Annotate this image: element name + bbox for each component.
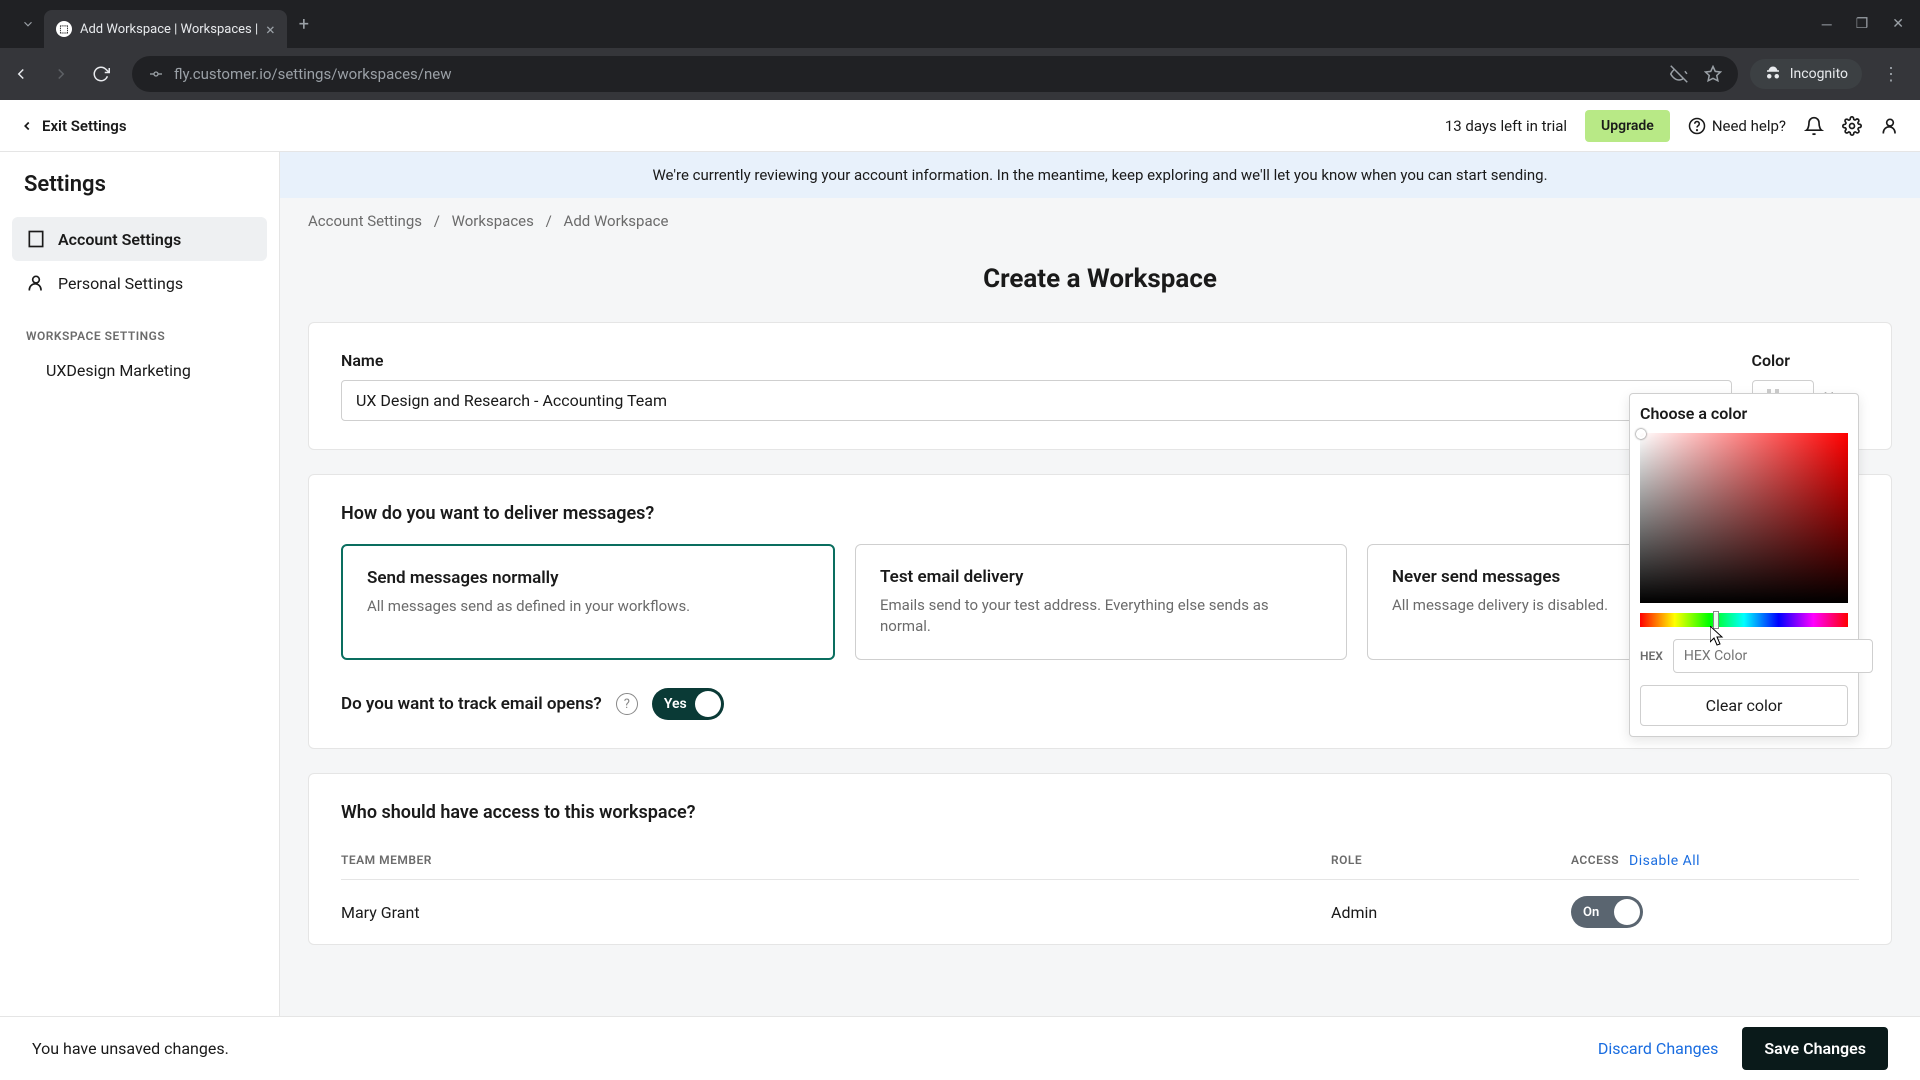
breadcrumb-separator: / [434,212,440,230]
breadcrumb: Account Settings / Workspaces / Add Work… [280,198,1920,244]
minimize-icon[interactable]: ─ [1822,16,1832,33]
site-info-icon[interactable] [148,66,164,82]
color-label: Color [1752,351,1860,370]
tab-favicon: ⬚ [56,21,72,37]
exit-settings-label: Exit Settings [42,117,127,135]
browser-menu-icon[interactable]: ⋮ [1874,64,1908,85]
reload-button[interactable] [92,65,120,83]
name-color-card: Name Color None [308,322,1892,450]
tab-title: Add Workspace | Workspaces | [80,22,258,37]
sidebar-section-header: WORKSPACE SETTINGS [12,305,267,351]
eye-off-icon[interactable] [1670,65,1688,83]
access-table-header: TEAM MEMBER ROLE ACCESS Disable All [341,843,1859,880]
hue-slider[interactable] [1640,613,1848,627]
track-opens-toggle[interactable]: Yes [652,688,724,720]
incognito-badge[interactable]: Incognito [1750,59,1862,89]
discard-changes-button[interactable]: Discard Changes [1598,1039,1718,1058]
track-opens-label: Do you want to track email opens? [341,694,602,714]
sidebar-workspace-item[interactable]: UXDesign Marketing [12,351,267,390]
need-help-link[interactable]: Need help? [1688,117,1786,135]
option-title: Test email delivery [880,567,1322,587]
breadcrumb-item[interactable]: Workspaces [452,212,534,230]
main-content: We're currently reviewing your account i… [280,152,1920,1016]
td-member: Mary Grant [341,903,1331,922]
toggle-label: Yes [664,696,687,712]
hue-handle[interactable] [1713,611,1719,629]
app-topbar: Exit Settings 13 days left in trial Upgr… [0,100,1920,152]
sidebar: Settings Account Settings Personal Setti… [0,152,280,1016]
hex-input[interactable] [1673,639,1873,673]
browser-tab-bar: ⬚ Add Workspace | Workspaces | × + ─ ❐ ✕ [0,0,1920,48]
trial-status: 13 days left in trial [1445,117,1567,135]
workspace-name-input[interactable] [341,380,1732,421]
browser-toolbar: fly.customer.io/settings/workspaces/new … [0,48,1920,100]
maximize-icon[interactable]: ❐ [1856,16,1869,33]
breadcrumb-separator: / [546,212,552,230]
option-desc: Emails send to your test address. Everyt… [880,595,1322,637]
access-card: Who should have access to this workspace… [308,773,1892,945]
tab-close-icon[interactable]: × [266,20,275,39]
browser-tab[interactable]: ⬚ Add Workspace | Workspaces | × [44,10,287,48]
address-bar[interactable]: fly.customer.io/settings/workspaces/new [132,56,1738,92]
breadcrumb-item[interactable]: Account Settings [308,212,422,230]
sidebar-item-account-settings[interactable]: Account Settings [12,217,267,261]
unsaved-changes-message: You have unsaved changes. [32,1039,229,1058]
save-changes-button[interactable]: Save Changes [1742,1027,1888,1070]
td-role: Admin [1331,903,1571,922]
toggle-knob [1614,899,1640,925]
toggle-label: On [1583,905,1599,920]
access-toggle[interactable]: On [1571,896,1643,928]
page-title: Create a Workspace [280,244,1920,322]
bookmark-star-icon[interactable] [1704,65,1722,83]
th-member: TEAM MEMBER [341,853,1331,869]
breadcrumb-item: Add Workspace [564,212,669,230]
access-heading: Who should have access to this workspace… [341,802,1859,823]
hex-label: HEX [1640,649,1663,663]
sv-handle[interactable] [1636,429,1646,439]
info-banner: We're currently reviewing your account i… [280,152,1920,198]
notifications-icon[interactable] [1804,116,1824,136]
building-icon [26,229,46,249]
close-window-icon[interactable]: ✕ [1892,16,1904,33]
exit-settings-button[interactable]: Exit Settings [20,117,127,135]
help-tooltip-icon[interactable]: ? [616,693,638,715]
delivery-option-test[interactable]: Test email delivery Emails send to your … [855,544,1347,660]
window-controls: ─ ❐ ✕ [1822,16,1920,33]
sidebar-title: Settings [12,172,267,217]
option-desc: All messages send as defined in your wor… [367,596,809,617]
tab-search-dropdown[interactable] [12,8,44,40]
sidebar-item-personal-settings[interactable]: Personal Settings [12,261,267,305]
color-picker-popover: Choose a color HEX Clear color [1629,393,1859,737]
person-icon [26,273,46,293]
footer-bar: You have unsaved changes. Discard Change… [0,1016,1920,1080]
need-help-label: Need help? [1712,117,1786,135]
saturation-value-area[interactable] [1640,433,1848,603]
sidebar-item-label: Personal Settings [58,274,183,293]
table-row: Mary Grant Admin On [341,880,1859,944]
option-title: Send messages normally [367,568,809,588]
new-tab-button[interactable]: + [287,14,321,35]
th-access: ACCESS [1571,853,1619,869]
name-label: Name [341,351,1732,370]
back-button[interactable] [12,65,40,83]
clear-color-button[interactable]: Clear color [1640,685,1848,726]
delivery-option-normal[interactable]: Send messages normally All messages send… [341,544,835,660]
url-text: fly.customer.io/settings/workspaces/new [174,65,1660,83]
settings-gear-icon[interactable] [1842,116,1862,136]
th-role: ROLE [1331,853,1571,869]
forward-button[interactable] [52,65,80,83]
sidebar-item-label: Account Settings [58,230,181,249]
toggle-knob [695,691,721,717]
color-picker-title: Choose a color [1640,404,1848,423]
upgrade-button[interactable]: Upgrade [1585,110,1670,142]
incognito-label: Incognito [1790,66,1848,82]
user-avatar-icon[interactable] [1880,116,1900,136]
disable-all-link[interactable]: Disable All [1629,853,1700,869]
